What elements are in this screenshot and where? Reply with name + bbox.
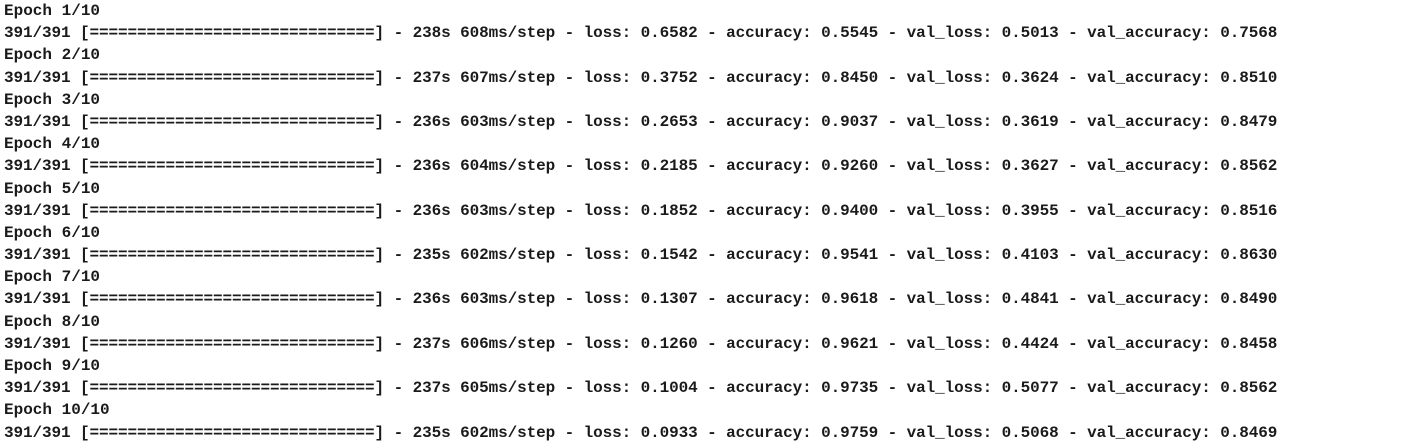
epoch-progress-line: 391/391 [==============================]… <box>4 246 1278 265</box>
epoch-header: Epoch 4/10 <box>4 135 101 154</box>
epoch-header: Epoch 10/10 <box>4 401 110 420</box>
epoch-progress-line: 391/391 [==============================]… <box>4 379 1278 398</box>
epoch-progress-line: 391/391 [==============================]… <box>4 423 1278 442</box>
epoch-header: Epoch 8/10 <box>4 312 101 331</box>
epoch-progress-line: 391/391 [==============================]… <box>4 334 1278 353</box>
epoch-header: Epoch 5/10 <box>4 179 101 198</box>
epoch-progress-line: 391/391 [==============================]… <box>4 290 1278 309</box>
epoch-progress-line: 391/391 [==============================]… <box>4 68 1278 87</box>
epoch-header: Epoch 2/10 <box>4 46 101 65</box>
epoch-progress-line: 391/391 [==============================]… <box>4 112 1278 131</box>
epoch-header: Epoch 3/10 <box>4 90 101 109</box>
epoch-header: Epoch 7/10 <box>4 268 101 287</box>
epoch-header: Epoch 6/10 <box>4 223 101 242</box>
training-log-console: Epoch 1/10 391/391 [====================… <box>0 0 1417 443</box>
epoch-progress-line: 391/391 [==============================]… <box>4 201 1278 220</box>
epoch-header: Epoch 9/10 <box>4 357 101 375</box>
epoch-header: Epoch 1/10 <box>4 2 101 20</box>
epoch-progress-line: 391/391 [==============================]… <box>4 24 1278 43</box>
epoch-progress-line: 391/391 [==============================]… <box>4 157 1278 176</box>
